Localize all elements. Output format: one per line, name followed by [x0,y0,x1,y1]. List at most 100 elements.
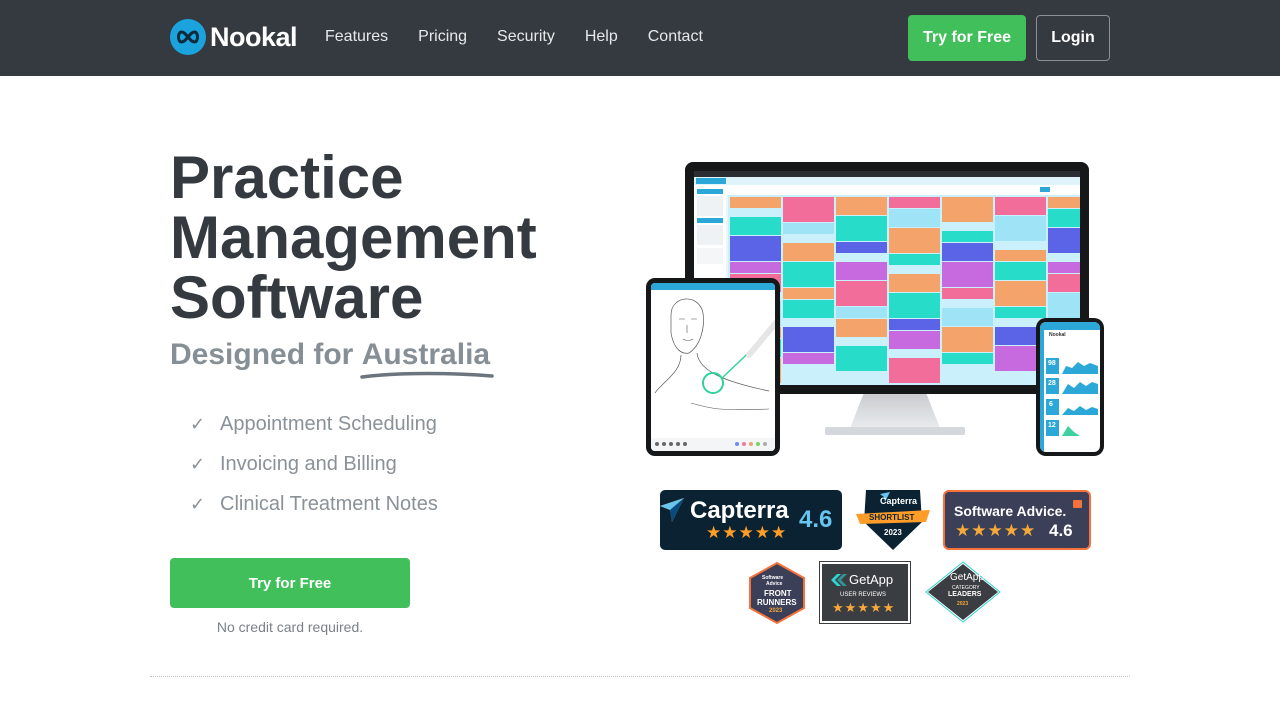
calendar-appointment-block [889,319,940,330]
front-runners-line: FRONT [764,589,792,598]
capterra-shortlist-badge[interactable]: Capterra SHORTLIST 2023 [856,488,930,550]
front-runners-line: Advice [766,581,783,587]
shortlist-year: 2023 [884,528,902,537]
check-icon: ✓ [190,453,206,474]
hero-title-line: Practice [170,144,404,211]
check-icon: ✓ [190,493,206,514]
nav-link-security[interactable]: Security [482,28,570,46]
capterra-stars: ★★★★★ [706,523,788,542]
calendar-appointment-block [889,274,940,292]
calendar-appointment-block [730,262,781,273]
calendar-appointment-block [995,262,1046,280]
nav-link-contact[interactable]: Contact [633,28,718,46]
phone-app-name: Nookal [1049,332,1066,338]
top-navbar: Nookal Features Pricing Security Help Co… [0,0,1280,76]
check-icon: ✓ [190,413,206,434]
getapp-stars: ★★★★★ [832,600,896,615]
tablet-device [646,278,780,456]
calendar-appointment-block [1048,228,1080,253]
devices-mockup-image: Nookal 98 28 6 12 [640,155,1110,465]
calendar-appointment-block [1048,274,1080,292]
subtitle-prefix: Designed for [170,338,354,371]
calendar-appointment-block [783,262,834,287]
phone-stat-value: 28 [1048,380,1056,387]
front-runners-badge[interactable]: Software Advice FRONT RUNNERS 2023 [746,561,808,625]
hero-title-line: Software [170,264,424,331]
phone-stats-graphic [1040,322,1100,452]
hero-subtitle: Designed for Australia [170,338,494,379]
calendar-appointment-block [836,216,887,241]
feature-label: Clinical Treatment Notes [220,492,438,515]
calendar-appointment-block [889,358,940,383]
phone-stat-value: 6 [1049,401,1053,408]
monitor-stand [850,394,940,428]
infinity-logo-icon [170,19,206,55]
country-underline [359,371,494,379]
calendar-appointment-block [942,353,993,364]
calendar-appointment-block [889,209,940,227]
feature-item: ✓ Invoicing and Billing [190,444,438,484]
shortlist-capterra-name: Capterra [880,496,918,506]
getapp-leaders-year: 2023 [957,601,969,607]
phone-stat-value: 98 [1048,360,1056,367]
calendar-appointment-block [942,308,993,326]
logo-text: Nookal [210,21,298,52]
hero-try-free-button[interactable]: Try for Free [170,558,410,608]
calendar-appointment-block [836,307,887,318]
calendar-appointment-block [889,228,940,253]
nav-link-help[interactable]: Help [570,28,633,46]
login-button[interactable]: Login [1036,15,1110,61]
calendar-appointment-block [783,327,834,352]
nookal-logo[interactable]: Nookal [170,19,298,55]
monitor-stand-base [825,427,965,435]
calendar-appointment-block [783,197,834,222]
calendar-appointment-block [836,319,887,337]
software-advice-rating: 4.6 [1049,521,1073,540]
face-chart-drawing [651,283,775,451]
calendar-appointment-block [1048,197,1080,208]
calendar-appointment-block [730,197,781,208]
hero-title-line: Management [170,204,537,271]
no-credit-card-note: No credit card required. [216,619,364,635]
getapp-user-reviews-badge[interactable]: GetApp USER REVIEWS ★★★★★ [819,561,911,624]
getapp-logo-icon [831,574,847,586]
feature-item: ✓ Appointment Scheduling [190,404,438,444]
getapp-name: GetApp [849,572,894,587]
feature-label: Invoicing and Billing [220,452,397,475]
calendar-appointment-block [889,293,940,318]
feature-label: Appointment Scheduling [220,412,437,435]
nav-link-pricing[interactable]: Pricing [403,28,482,46]
nav-links: Features Pricing Security Help Contact [310,28,718,46]
calendar-appointment-block [1048,293,1080,318]
calendar-appointment-block [942,231,993,242]
calendar-appointment-block [889,197,940,208]
capterra-rating-badge[interactable]: Capterra ★★★★★ 4.6 [660,490,842,550]
shortlist-label: SHORTLIST [869,513,915,522]
calendar-appointment-block [783,243,834,261]
calendar-appointment-block [836,242,887,253]
capterra-name: Capterra [690,497,789,524]
feature-item: ✓ Clinical Treatment Notes [190,484,438,524]
software-advice-rating-badge[interactable]: Software Advice. ★★★★★ 4.6 [943,490,1091,550]
getapp-leaders-line: LEADERS [948,591,982,598]
calendar-appointment-block [1048,262,1080,273]
calendar-appointment-block [783,223,834,234]
calendar-appointment-block [783,300,834,318]
phone-device: Nookal 98 28 6 12 [1036,318,1104,456]
calendar-appointment-block [995,216,1046,241]
nav-try-free-button[interactable]: Try for Free [908,15,1026,61]
calendar-appointment-block [889,254,940,265]
capterra-rating: 4.6 [799,506,833,533]
calendar-appointment-block [836,281,887,306]
chat-bubble-icon [1073,500,1082,508]
calendar-appointment-block [995,250,1046,261]
calendar-appointment-block [889,331,940,349]
nav-link-features[interactable]: Features [310,28,403,46]
country-selector[interactable]: Australia [359,338,494,379]
software-advice-stars: ★★★★★ [955,521,1037,540]
feature-list: ✓ Appointment Scheduling ✓ Invoicing and… [190,404,438,524]
getapp-category-leaders-badge[interactable]: GetApp CATEGORY LEADERS 2023 [924,560,1002,624]
calendar-appointment-block [1048,209,1080,227]
calendar-appointment-block [730,217,781,235]
getapp-reviews-label: USER REVIEWS [840,592,887,598]
